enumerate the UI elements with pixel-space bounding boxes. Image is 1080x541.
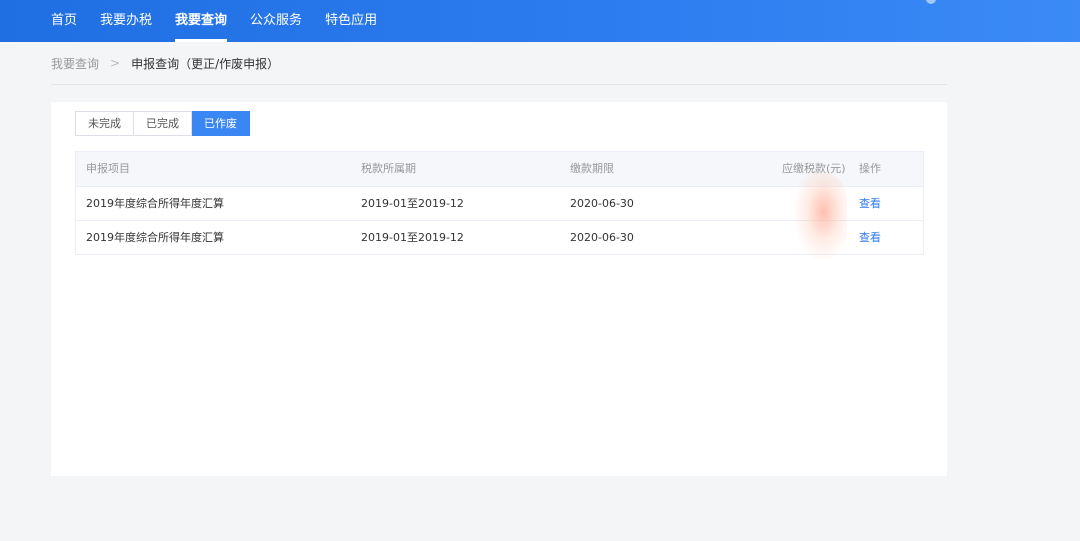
table-row: 2019年度综合所得年度汇算 2019-01至2019-12 2020-06-3… [76,186,923,220]
divider [51,84,947,85]
view-link[interactable]: 查看 [859,221,881,254]
header-payment-deadline: 缴款期限 [570,162,614,175]
nav-item-query[interactable]: 我要查询 [175,0,228,42]
nav-item-home[interactable]: 首页 [51,0,77,42]
breadcrumb-current: 申报查询（更正/作废申报） [131,56,280,71]
header-tax-due: 应缴税款(元) [782,162,846,175]
table-header-row: 申报项目 税款所属期 缴款期限 应缴税款(元) 操作 [76,152,923,186]
table-row: 2019年度综合所得年度汇算 2019-01至2019-12 2020-06-3… [76,220,923,254]
breadcrumb: 我要查询 > 申报查询（更正/作废申报） [51,54,279,72]
declaration-table: 申报项目 税款所属期 缴款期限 应缴税款(元) 操作 2019年度综合所得年度汇… [75,151,924,255]
breadcrumb-parent-link[interactable]: 我要查询 [51,55,99,72]
cell-payment-deadline: 2020-06-30 [570,231,634,244]
nav-item-public-service[interactable]: 公众服务 [250,0,302,42]
tab-completed[interactable]: 已完成 [134,111,192,136]
status-tabs: 未完成 已完成 已作废 [75,111,250,136]
cell-payment-deadline: 2020-06-30 [570,197,634,210]
header-declaration-item: 申报项目 [86,162,130,175]
nav-item-tax-handling[interactable]: 我要办税 [100,0,152,42]
view-link[interactable]: 查看 [859,187,881,220]
nav-item-featured-apps[interactable]: 特色应用 [325,0,377,42]
cell-tax-period: 2019-01至2019-12 [361,231,464,244]
top-navigation-bar: 首页 我要办税 我要查询 公众服务 特色应用 [0,0,1080,42]
cell-declaration-item: 2019年度综合所得年度汇算 [86,197,224,210]
chevron-right-icon: > [110,56,121,70]
main-nav: 首页 我要办税 我要查询 公众服务 特色应用 [51,0,400,42]
content-panel: 未完成 已完成 已作废 申报项目 税款所属期 缴款期限 应缴税款(元) 操作 2… [51,102,947,476]
header-tax-period: 税款所属期 [361,162,416,175]
cell-tax-period: 2019-01至2019-12 [361,197,464,210]
cell-declaration-item: 2019年度综合所得年度汇算 [86,231,224,244]
tab-voided[interactable]: 已作废 [192,111,250,136]
user-avatar-icon[interactable] [926,0,936,4]
header-action: 操作 [859,162,881,175]
tab-incomplete[interactable]: 未完成 [75,111,134,136]
